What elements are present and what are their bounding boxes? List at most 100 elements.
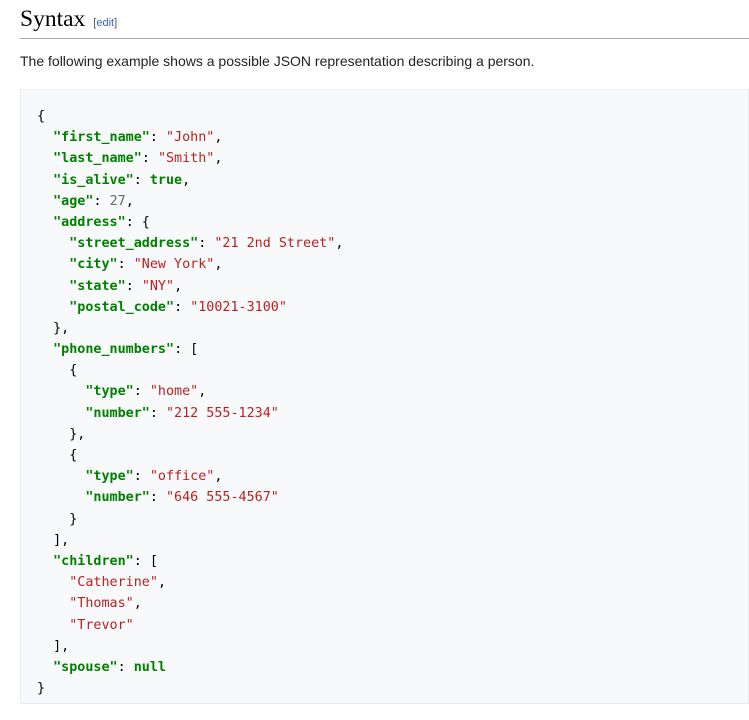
code-block: { "first_name": "John", "last_name": "Sm… [20,89,749,704]
json-key: "phone_numbers" [53,342,175,358]
edit-link[interactable]: edit [96,17,114,29]
code-line: "state": "NY", [37,276,343,297]
code-line: "children": [ [37,551,343,572]
code-line: "Thomas", [37,593,343,614]
section-heading: Syntax [edit] [20,4,749,39]
json-punctuation [37,151,53,166]
json-punctuation: , [182,172,191,188]
json-string: "home" [149,384,199,400]
json-punctuation: , [157,575,166,591]
json-punctuation: : [117,659,134,675]
json-punctuation: , [198,384,207,400]
json-punctuation: , [174,278,183,294]
json-string: "21 2nd Street" [214,236,336,252]
json-punctuation [37,173,53,188]
json-key: "number" [85,490,150,506]
json-string: "John" [166,130,215,146]
json-key: "state" [69,278,126,294]
json-punctuation: , [214,130,223,146]
json-key: "type" [85,469,134,485]
code-line: { [37,106,343,127]
json-punctuation [37,596,69,611]
code-line: "city": "New York", [37,254,343,275]
json-punctuation: : [149,490,166,506]
json-string: "New York" [133,257,215,273]
json-punctuation: ], [37,638,70,654]
json-key: "spouse" [53,659,118,675]
json-punctuation [37,575,69,590]
json-key: "type" [85,384,134,400]
json-punctuation: { [37,109,46,124]
json-key: "address" [53,214,126,230]
json-key: "is_alive" [53,172,134,188]
json-punctuation: , [214,257,223,273]
json-punctuation: : [133,384,150,400]
code-line: "type": "office", [37,466,343,487]
json-string: "NY" [141,278,175,294]
json-punctuation: : [93,193,110,209]
json-punctuation [37,342,53,357]
json-punctuation: } [37,511,78,527]
json-punctuation: : [125,278,142,294]
json-punctuation [37,490,85,505]
json-key: "city" [69,257,118,273]
json-punctuation: : [133,469,150,485]
json-string: "212 555-1234" [166,405,279,421]
code-line: { [37,445,343,466]
code-line: "is_alive": true, [37,170,343,191]
json-string: "office" [149,469,215,485]
json-punctuation [37,194,53,209]
json-key: "street_address" [69,236,199,252]
json-punctuation: , [125,193,134,209]
json-keyword: true [149,172,183,188]
json-string: "Smith" [157,151,215,167]
edit-bracket-close: ] [114,17,118,29]
json-punctuation [37,279,69,294]
code-line: }, [37,424,343,445]
code-line: { [37,360,343,381]
json-punctuation: : [149,130,166,146]
code-line: "spouse": null [37,657,343,678]
json-punctuation: : [ [133,553,158,569]
code-line: "number": "212 555-1234" [37,403,343,424]
json-key: "number" [85,405,150,421]
code-line: ], [37,530,343,551]
code-line: "address": { [37,212,343,233]
code-line: "number": "646 555-4567" [37,487,343,508]
json-punctuation [37,618,69,633]
json-punctuation [37,406,85,421]
section-title: Syntax [20,6,86,32]
json-punctuation [37,469,85,484]
json-key: "last_name" [53,151,142,167]
json-key: "postal_code" [69,299,175,315]
json-punctuation: ], [37,532,70,548]
json-punctuation [37,130,53,145]
json-string: "10021-3100" [190,299,287,315]
json-keyword: null [133,659,166,675]
json-string: "Catherine" [69,575,158,591]
json-punctuation [37,384,85,399]
code-line: }, [37,318,343,339]
json-punctuation [37,554,53,569]
code-line: "last_name": "Smith", [37,148,343,169]
json-punctuation: : [198,236,215,252]
json-punctuation: , [133,596,142,612]
json-number: 27 [109,193,126,209]
json-punctuation: : [174,299,191,315]
json-punctuation: : [117,257,134,273]
json-key: "first_name" [53,130,150,146]
json-punctuation: : [149,405,166,421]
json-punctuation: : [ [174,342,199,358]
json-punctuation [37,660,53,675]
json-punctuation: } [37,681,46,697]
code-line: } [37,678,343,699]
edit-section-link-wrapper: [edit] [93,17,117,29]
code-line: "type": "home", [37,381,343,402]
json-string: "Trevor" [69,617,134,633]
json-punctuation [37,215,53,230]
json-punctuation: { [37,448,78,463]
code-line: "Catherine", [37,572,343,593]
json-punctuation: , [335,236,344,252]
code-line: } [37,509,343,530]
json-punctuation: , [214,151,223,167]
